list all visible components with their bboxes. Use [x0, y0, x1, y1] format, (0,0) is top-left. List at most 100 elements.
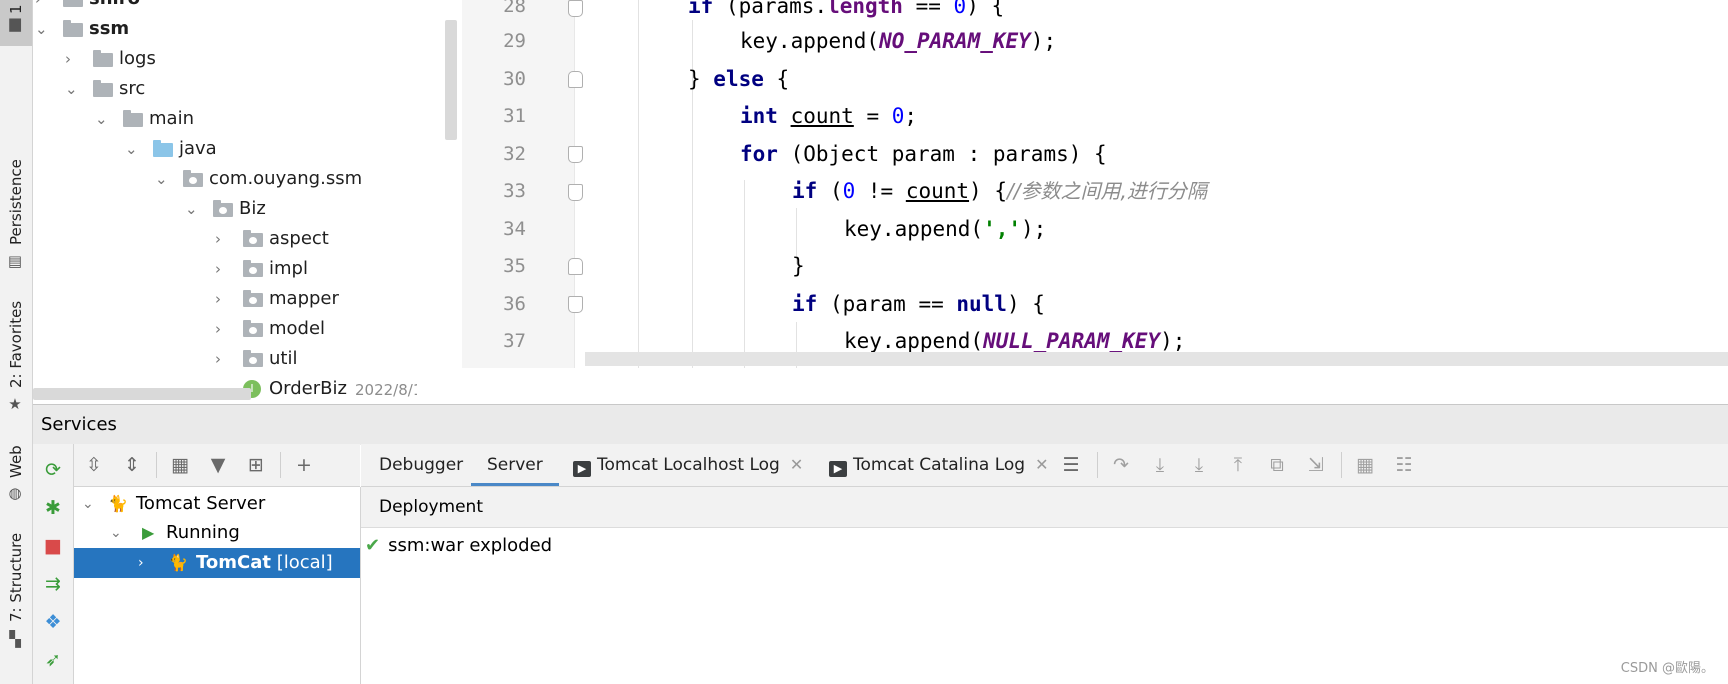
stop-icon[interactable]: ■ — [41, 534, 65, 558]
chevron-right-icon[interactable]: › — [215, 285, 221, 313]
folder-icon — [183, 170, 203, 187]
keyword: null — [956, 292, 1007, 316]
chevron-down-icon[interactable]: ⌄ — [125, 135, 138, 163]
tab-server[interactable]: Server — [471, 444, 559, 486]
chevron-down-icon[interactable]: ⌄ — [155, 165, 168, 193]
fold-marker[interactable] — [568, 0, 583, 17]
chevron-right-icon[interactable]: › — [215, 315, 221, 343]
persistence-icon: ▤ — [7, 252, 23, 270]
string-literal: ',' — [983, 217, 1022, 241]
refresh-icon[interactable]: ⟳ — [41, 458, 65, 482]
services-title: Services — [41, 414, 117, 435]
deploy-icon[interactable]: ⇉ — [41, 572, 65, 596]
tab-tomcat-localhost-log[interactable]: ▶ Tomcat Localhost Log ✕ — [573, 444, 803, 486]
structure-icon: ▚ — [9, 630, 21, 648]
step-out-icon[interactable]: ⤒ — [1226, 453, 1250, 477]
code-text: ); — [1160, 329, 1186, 353]
chevron-right-icon[interactable]: › — [215, 255, 221, 283]
run-to-cursor-icon[interactable]: ⇲ — [1304, 453, 1328, 477]
chevron-right-icon[interactable]: › — [65, 45, 71, 73]
folder-icon: ▆ — [9, 14, 21, 32]
close-icon[interactable]: ✕ — [790, 455, 803, 474]
console-icon: ▶ — [573, 461, 591, 477]
chevron-right-icon[interactable]: › — [215, 345, 221, 373]
filter-icon[interactable]: ▼ — [206, 453, 230, 477]
code-line-29: key.append(NO_PARAM_KEY); — [740, 22, 1056, 60]
folder-icon — [93, 50, 113, 67]
project-tab[interactable]: 1 ▆ — [0, 0, 32, 46]
chevron-down-icon[interactable]: ⌄ — [185, 195, 198, 223]
code-text: = — [853, 104, 892, 128]
drop-frame-icon[interactable]: ⧉ — [1265, 453, 1289, 477]
indent-guide — [744, 180, 745, 368]
menu-lines-icon[interactable]: ☰ — [1059, 453, 1083, 477]
new-tab-icon[interactable]: ⊞ — [244, 453, 268, 477]
deployment-label: Deployment — [379, 497, 483, 517]
step-into-icon[interactable]: ⤓ — [1148, 453, 1172, 477]
tree-node-label: ssm — [89, 18, 130, 39]
persistence-tab[interactable]: Persistence ▤ — [0, 150, 32, 280]
collapse-all-icon[interactable]: ⇕ — [120, 453, 144, 477]
fold-marker[interactable] — [568, 71, 583, 88]
running-label: Running — [166, 522, 240, 543]
tree-node-tomcat-server[interactable]: ⌄ 🐈 Tomcat Server — [74, 489, 360, 519]
deployment-item[interactable]: ✔ ssm:war exploded — [365, 531, 552, 561]
chevron-down-icon[interactable]: ⌄ — [65, 75, 78, 103]
add-service-icon[interactable]: + — [292, 453, 316, 477]
favorites-tab[interactable]: 2: Favorites ★ — [0, 300, 32, 420]
tree-node-running[interactable]: ⌄ ▶ Running — [74, 518, 360, 548]
line-number: 37 — [503, 330, 526, 352]
force-step-into-icon[interactable]: ⤓ — [1187, 453, 1211, 477]
chevron-right-icon: › — [138, 555, 144, 571]
code-line-36: if (param == null) { — [792, 285, 1045, 323]
fold-marker[interactable] — [568, 184, 583, 201]
code-text: != — [855, 179, 906, 203]
console-icon: ▶ — [829, 461, 847, 477]
artifact-icon[interactable]: ❖ — [41, 610, 65, 634]
step-over-icon[interactable]: ↷ — [1109, 453, 1133, 477]
chevron-down-icon[interactable]: ⌄ — [95, 105, 108, 133]
group-by-icon[interactable]: ▦ — [168, 453, 192, 477]
code-text: == — [902, 0, 954, 18]
folder-icon — [243, 260, 263, 277]
code-text: ); — [1021, 217, 1047, 241]
project-horizontal-scrollbar[interactable] — [33, 388, 251, 400]
variable-ref: count — [905, 179, 970, 203]
line-number: 32 — [503, 143, 526, 165]
watermark: CSDN @歐陽。 — [1620, 661, 1714, 676]
tree-node-label: OrderBiz — [269, 378, 347, 399]
star-icon: ★ — [8, 395, 22, 413]
fold-marker[interactable] — [568, 296, 583, 313]
run-config-icon[interactable]: ➶ — [41, 648, 65, 672]
chevron-down-icon: ⌄ — [82, 496, 94, 512]
project-vertical-scrollbar[interactable] — [445, 20, 457, 140]
tab-tomcat-catalina-log[interactable]: ▶ Tomcat Catalina Log ✕ — [829, 444, 1048, 486]
fold-marker[interactable] — [568, 258, 583, 275]
code-text: ); — [1030, 29, 1057, 53]
code-text: key.append( — [740, 29, 880, 53]
editor-horizontal-scrollbar[interactable] — [585, 352, 1728, 366]
folder-icon — [243, 320, 263, 337]
tree-node-label: com.ouyang.ssm — [209, 168, 363, 189]
deployment-artifact: ssm:war exploded — [388, 535, 553, 556]
chevron-right-icon[interactable]: › — [215, 225, 221, 253]
tab-debugger[interactable]: Debugger — [379, 444, 463, 486]
chevron-right-icon[interactable]: › — [35, 0, 41, 13]
evaluate-icon[interactable]: ▦ — [1353, 453, 1377, 477]
run-triangle-icon: ▶ — [142, 523, 155, 542]
line-number: 34 — [503, 218, 526, 240]
web-tab[interactable]: Web ◍ — [0, 440, 32, 510]
fold-marker[interactable] — [568, 146, 583, 163]
structure-tab[interactable]: 7: Structure ▚ — [0, 530, 32, 660]
chevron-down-icon[interactable]: ⌄ — [35, 15, 48, 43]
toolbar-divider — [156, 452, 157, 478]
debug-bug-icon[interactable]: ✱ — [41, 496, 65, 520]
expand-all-icon[interactable]: ⇳ — [82, 453, 106, 477]
line-number: 30 — [503, 68, 526, 90]
number-literal: 0 — [891, 104, 905, 128]
deployment-header: Deployment — [361, 487, 1728, 528]
tree-node-tomcat-local[interactable]: › 🐈 TomCat [local] — [74, 548, 360, 578]
close-icon[interactable]: ✕ — [1035, 455, 1048, 474]
trace-icon[interactable]: ☷ — [1392, 453, 1416, 477]
